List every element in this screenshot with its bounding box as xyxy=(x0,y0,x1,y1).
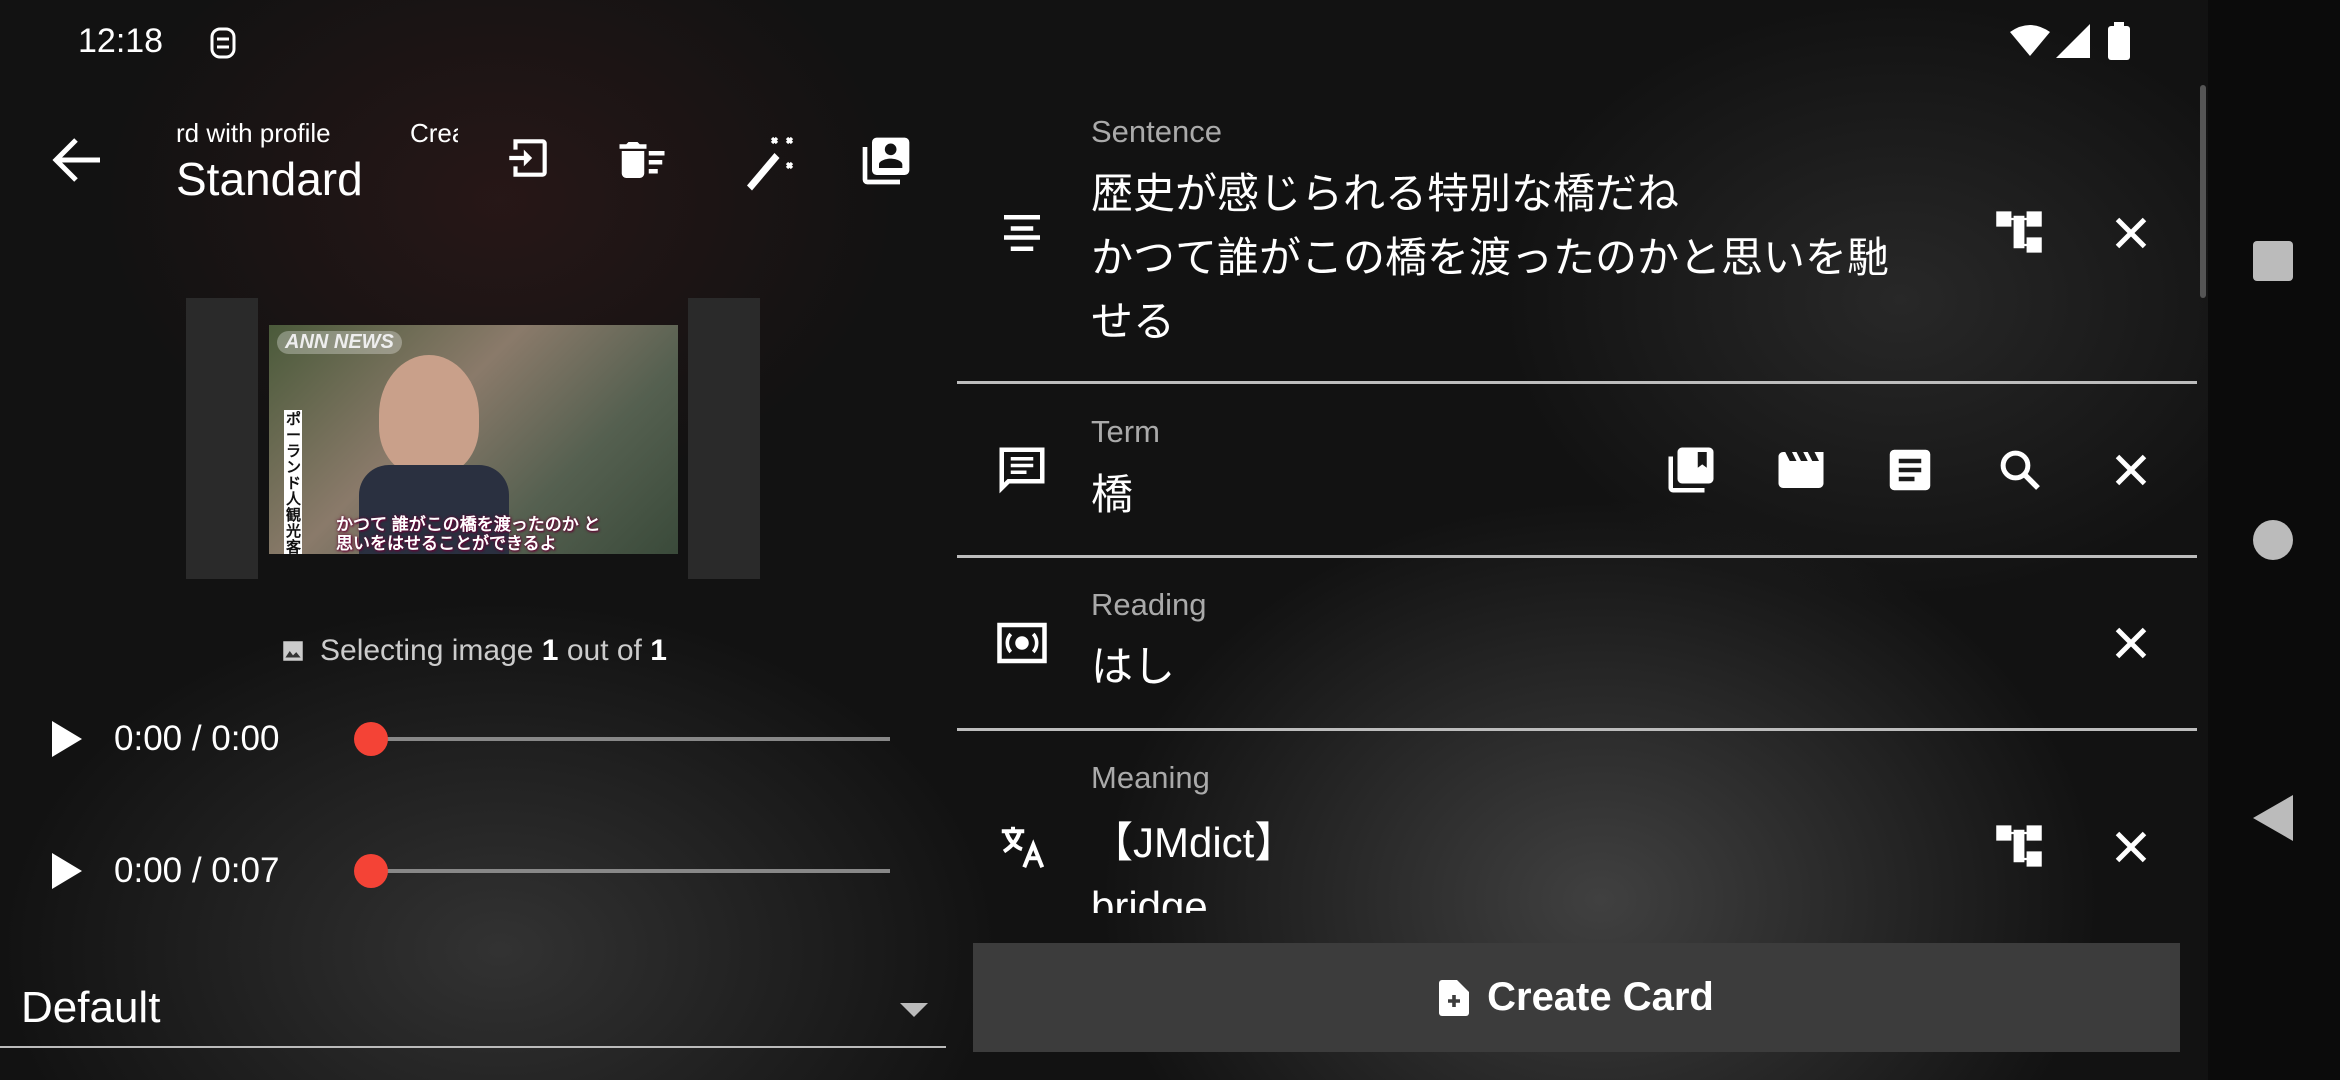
status-time: 12:18 xyxy=(78,22,164,60)
reading-label: Reading xyxy=(1091,587,1207,622)
play-icon[interactable] xyxy=(50,719,84,759)
close-icon[interactable] xyxy=(2104,206,2158,260)
add-card-icon xyxy=(1439,979,1470,1016)
home-circle-icon[interactable] xyxy=(2253,520,2293,560)
image-icon xyxy=(280,638,306,664)
audio-player-1: 0:00 / 0:00 xyxy=(50,709,890,769)
video-subtitle: かつて 誰がこの橋を渡ったのか と思いをはせることができるよ xyxy=(336,515,601,553)
export-icon[interactable] xyxy=(503,133,557,187)
sentence-field[interactable]: 歴史が感じられる特別な橋だね かつて誰がこの橋を渡ったのかと思いを馳 せる xyxy=(1091,162,1889,354)
divider xyxy=(957,381,2197,384)
auto-fill-wand-icon[interactable] xyxy=(737,133,794,191)
audio-time: 0:00 / 0:07 xyxy=(114,851,280,890)
close-icon[interactable] xyxy=(2104,616,2158,670)
reading-audio-icon xyxy=(995,616,1049,670)
wifi-icon xyxy=(2010,24,2050,58)
dictionary-icon[interactable] xyxy=(1664,443,1718,497)
system-nav-bar xyxy=(2208,0,2340,1080)
split-fork-icon[interactable] xyxy=(1993,820,2047,874)
close-icon[interactable] xyxy=(2104,443,2158,497)
split-fork-icon[interactable] xyxy=(1993,206,2047,260)
profile-title[interactable]: Standard xyxy=(176,152,363,206)
play-icon[interactable] xyxy=(50,851,84,891)
slider-thumb[interactable] xyxy=(354,854,388,888)
search-icon[interactable] xyxy=(1993,443,2047,497)
note-icon[interactable] xyxy=(1883,443,1937,497)
app-notification-icon xyxy=(208,26,238,60)
term-message-icon xyxy=(995,443,1049,497)
divider xyxy=(957,728,2197,731)
video-clapper-icon[interactable] xyxy=(1774,443,1828,497)
audio-player-2: 0:00 / 0:07 xyxy=(50,841,890,901)
toolbar-subtitle-2: Crea xyxy=(410,118,458,148)
side-caption: ポーランド人観光客 xyxy=(284,410,302,554)
term-label: Term xyxy=(1091,414,1160,449)
news-watermark: ANN NEWS xyxy=(277,331,402,354)
back-arrow-icon[interactable] xyxy=(52,136,102,184)
audio-time: 0:00 / 0:00 xyxy=(114,719,280,758)
term-field[interactable]: 橋 xyxy=(1091,463,1133,527)
previous-image-panel[interactable] xyxy=(186,298,258,579)
sentence-label: Sentence xyxy=(1091,114,1222,149)
meaning-label: Meaning xyxy=(1091,760,1210,795)
profile-icon[interactable] xyxy=(858,133,912,187)
translate-icon xyxy=(995,820,1049,874)
audio-seek-slider[interactable] xyxy=(354,722,890,756)
dropdown-arrow-icon xyxy=(900,1003,928,1017)
close-icon[interactable] xyxy=(2104,820,2158,874)
dropdown-value: Default xyxy=(21,983,161,1032)
scrollbar[interactable] xyxy=(2200,85,2206,298)
image-selection-caption: Selecting image 1 out of 1 xyxy=(280,634,667,668)
next-image-panel[interactable] xyxy=(688,298,760,579)
reading-field[interactable]: はし xyxy=(1091,635,1175,699)
create-card-label: Create Card xyxy=(1487,975,1714,1019)
battery-icon xyxy=(2108,22,2130,60)
meaning-field[interactable]: 【JMdict】 bridge xyxy=(1091,811,1296,913)
audio-seek-slider[interactable] xyxy=(354,854,890,888)
toolbar-subtitle: rd with profile xyxy=(176,118,331,148)
sentence-align-icon xyxy=(995,206,1049,260)
clear-fields-icon[interactable] xyxy=(615,133,669,187)
create-card-button[interactable]: Create Card xyxy=(973,943,2180,1052)
divider xyxy=(957,555,2197,558)
model-dropdown[interactable]: Default xyxy=(0,975,946,1048)
recents-square-icon[interactable] xyxy=(2253,241,2293,281)
slider-thumb[interactable] xyxy=(354,722,388,756)
signal-icon xyxy=(2056,24,2090,58)
selected-image[interactable]: ANN NEWS ポーランド人観光客 かつて 誰がこの橋を渡ったのか と思いをは… xyxy=(269,325,678,554)
person-face xyxy=(379,355,479,475)
back-triangle-icon[interactable] xyxy=(2253,795,2293,841)
